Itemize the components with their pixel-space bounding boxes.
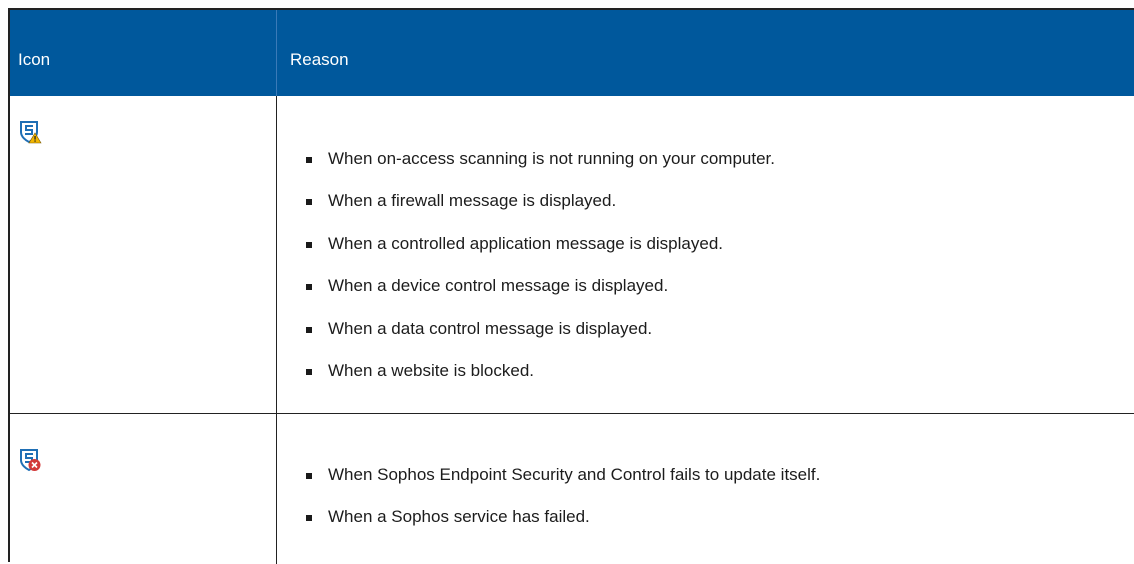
- sophos-shield-error-icon: [18, 448, 42, 477]
- reason-list: When Sophos Endpoint Security and Contro…: [306, 465, 820, 550]
- bullet-icon: [306, 473, 312, 479]
- row-divider: [10, 413, 1134, 414]
- header-reason: Reason: [290, 50, 349, 69]
- table-header-row: Icon Reason: [10, 10, 1134, 96]
- list-item: When a data control message is displayed…: [306, 319, 775, 339]
- bullet-icon: [306, 515, 312, 522]
- header-icon: Icon: [18, 50, 51, 69]
- list-item: When a Sophos service has failed.: [306, 507, 820, 527]
- column-divider: [276, 96, 277, 564]
- bullet-icon: [306, 157, 312, 163]
- bullet-icon: [306, 284, 312, 291]
- icon-reason-table: Icon Reason When on-access scanning is n…: [8, 8, 1134, 564]
- list-item: When a website is blocked.: [306, 361, 775, 381]
- bullet-icon: [306, 368, 312, 375]
- reason-list: When on-access scanning is not running o…: [306, 149, 775, 403]
- bullet-icon: [306, 199, 312, 206]
- list-item: When Sophos Endpoint Security and Contro…: [306, 465, 820, 485]
- list-item: When on-access scanning is not running o…: [306, 149, 775, 169]
- sophos-shield-warning-icon: [18, 120, 42, 149]
- list-item: When a device control message is display…: [306, 276, 775, 296]
- list-item: When a controlled application message is…: [306, 234, 775, 254]
- header-column-divider: [276, 10, 277, 96]
- bullet-icon: [306, 326, 312, 333]
- bullet-icon: [306, 241, 312, 248]
- list-item: When a firewall message is displayed.: [306, 191, 775, 211]
